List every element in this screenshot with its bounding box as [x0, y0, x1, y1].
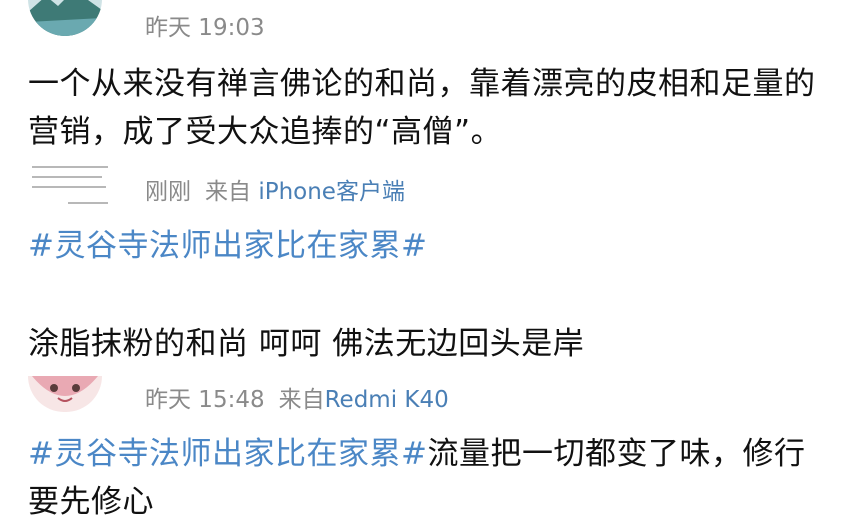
image-thumbnail[interactable]	[28, 162, 114, 216]
avatar[interactable]	[28, 0, 102, 36]
avatar[interactable]	[28, 376, 102, 412]
post-device-link[interactable]: Redmi K40	[325, 387, 449, 413]
landscape-avatar-icon	[28, 0, 102, 36]
post-text: #灵谷寺法师出家比在家累#流量把一切都变了味，修行要先修心	[28, 430, 828, 526]
post-text: #灵谷寺法师出家比在家累#	[28, 222, 828, 270]
post-time: 昨天 19:03	[145, 15, 265, 41]
post-meta: 刚刚 来自 iPhone客户端	[145, 172, 405, 206]
post-time: 昨天 15:48	[145, 387, 265, 413]
post-device-link[interactable]: iPhone客户端	[258, 179, 405, 205]
post-meta: 昨天 15:48 来自Redmi K40	[145, 380, 449, 414]
cartoon-avatar-icon	[28, 376, 102, 412]
hashtag-link[interactable]: #灵谷寺法师出家比在家累#	[28, 436, 427, 472]
post-text: 一个从来没有禅言佛论的和尚，靠着漂亮的皮相和足量的营销，成了受大众追捧的“高僧”…	[28, 66, 816, 150]
post-source: 来自	[205, 179, 251, 205]
post-source: 来自	[278, 387, 325, 413]
post-text: 涂脂抹粉的和尚 呵呵 佛法无边回头是岸	[28, 326, 585, 362]
post-time: 刚刚	[145, 179, 191, 205]
hashtag-link[interactable]: #灵谷寺法师出家比在家累#	[28, 228, 427, 264]
